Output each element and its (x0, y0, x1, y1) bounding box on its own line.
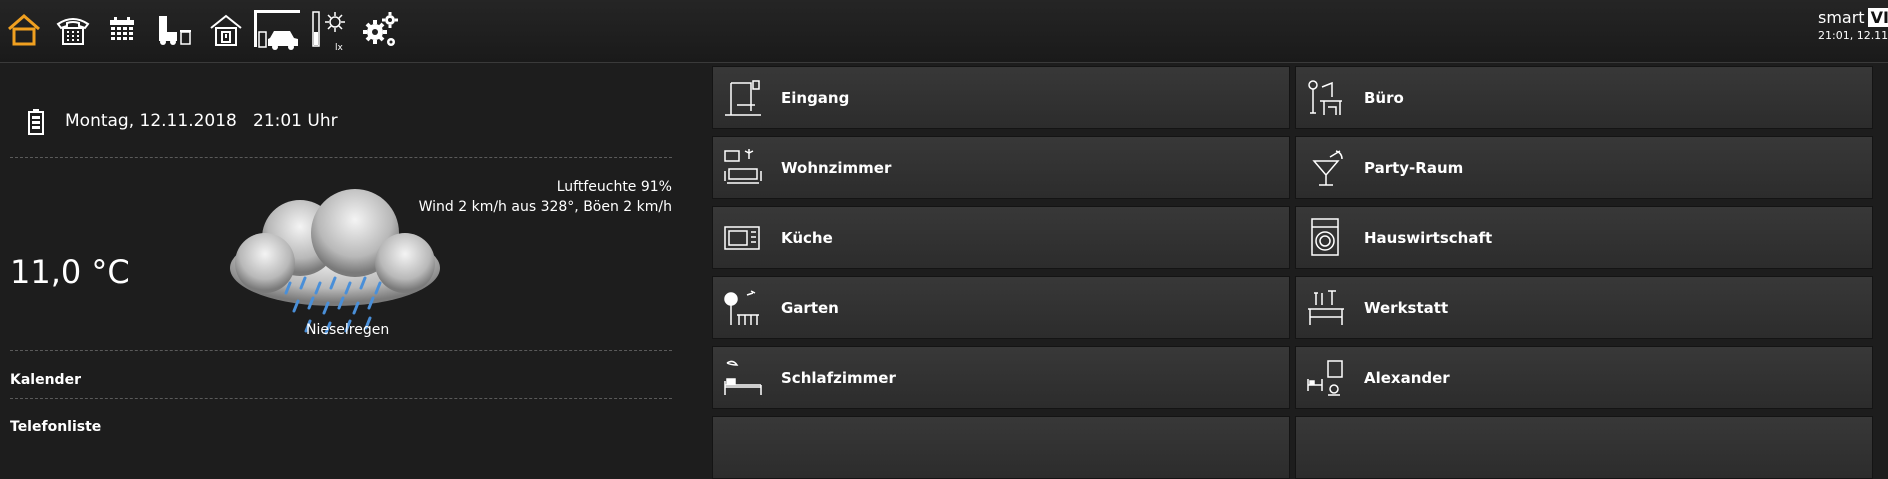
divider (10, 157, 672, 158)
room-tile-buero[interactable]: Büro (1295, 66, 1873, 129)
room-tile-party-raum[interactable]: Party-Raum (1295, 136, 1873, 199)
calendar-list-item[interactable]: Kalender (10, 372, 81, 388)
room-label: Küche (781, 229, 833, 247)
info-panel: Montag, 12.11.2018 21:01 Uhr Luftfeuchte… (0, 63, 690, 435)
room-tile-kueche[interactable]: Küche (712, 206, 1290, 269)
room-tile-werkstatt[interactable]: Werkstatt (1295, 276, 1873, 339)
bed-icon (724, 360, 762, 395)
oven-icon (724, 226, 760, 250)
room-label: Hauswirtschaft (1364, 229, 1493, 247)
battery-icon (28, 109, 44, 135)
phonebook-list-item[interactable]: Telefonliste (10, 419, 101, 435)
divider (10, 350, 672, 351)
brand-logo: smartVI 21:01, 12.11. v (1818, 8, 1888, 42)
office-desk-icon (1308, 80, 1342, 115)
room-label: Party-Raum (1364, 159, 1464, 177)
room-label: Schlafzimmer (781, 369, 896, 387)
current-time: 21:01 Uhr (253, 111, 338, 131)
top-navigation-bar: lx smartVI 21:01, 12.11. v (0, 0, 1888, 63)
room-label: Alexander (1364, 369, 1450, 387)
cocktail-icon (1312, 150, 1343, 186)
phone-icon[interactable] (54, 8, 92, 52)
garage-car-icon[interactable] (252, 8, 302, 52)
room-label: Büro (1364, 89, 1404, 107)
room-tile-hauswirtschaft[interactable]: Hauswirtschaft (1295, 206, 1873, 269)
waste-truck-icon[interactable] (155, 8, 195, 52)
brand-name: smart (1818, 8, 1865, 27)
workbench-tools-icon (1308, 290, 1344, 325)
room-tile[interactable] (712, 416, 1290, 479)
calendar-icon[interactable] (106, 8, 138, 52)
room-label: Wohnzimmer (781, 159, 892, 177)
entrance-icon (725, 80, 761, 116)
house-alarm-icon[interactable] (207, 8, 245, 52)
living-room-icon (724, 149, 762, 184)
divider (10, 398, 672, 399)
room-label: Eingang (781, 89, 850, 107)
kids-room-icon (1307, 360, 1343, 396)
room-tile-wohnzimmer[interactable]: Wohnzimmer (712, 136, 1290, 199)
home-icon[interactable] (4, 8, 44, 52)
weather-description: Nieselregen (306, 322, 390, 338)
room-tile-eingang[interactable]: Eingang (712, 66, 1290, 129)
brand-timestamp: 21:01, 12.11. v (1818, 29, 1888, 42)
garden-icon (724, 290, 759, 325)
svg-text:lx: lx (335, 43, 344, 52)
settings-gears-icon[interactable] (360, 8, 400, 52)
temperature-value: 11,0 °C (10, 253, 130, 291)
datetime-row: Montag, 12.11.2018 21:01 Uhr (10, 103, 670, 143)
room-label: Garten (781, 299, 839, 317)
washing-machine-icon (1311, 218, 1339, 256)
room-tile-alexander[interactable]: Alexander (1295, 346, 1873, 409)
room-tile-garten[interactable]: Garten (712, 276, 1290, 339)
room-tile-schlafzimmer[interactable]: Schlafzimmer (712, 346, 1290, 409)
drizzle-cloud-icon (230, 189, 440, 335)
light-sensor-icon[interactable]: lx (311, 8, 347, 52)
brand-suffix: VI (1867, 8, 1888, 27)
current-date: Montag, 12.11.2018 (65, 111, 237, 131)
room-tile[interactable] (1295, 416, 1873, 479)
room-label: Werkstatt (1364, 299, 1449, 317)
